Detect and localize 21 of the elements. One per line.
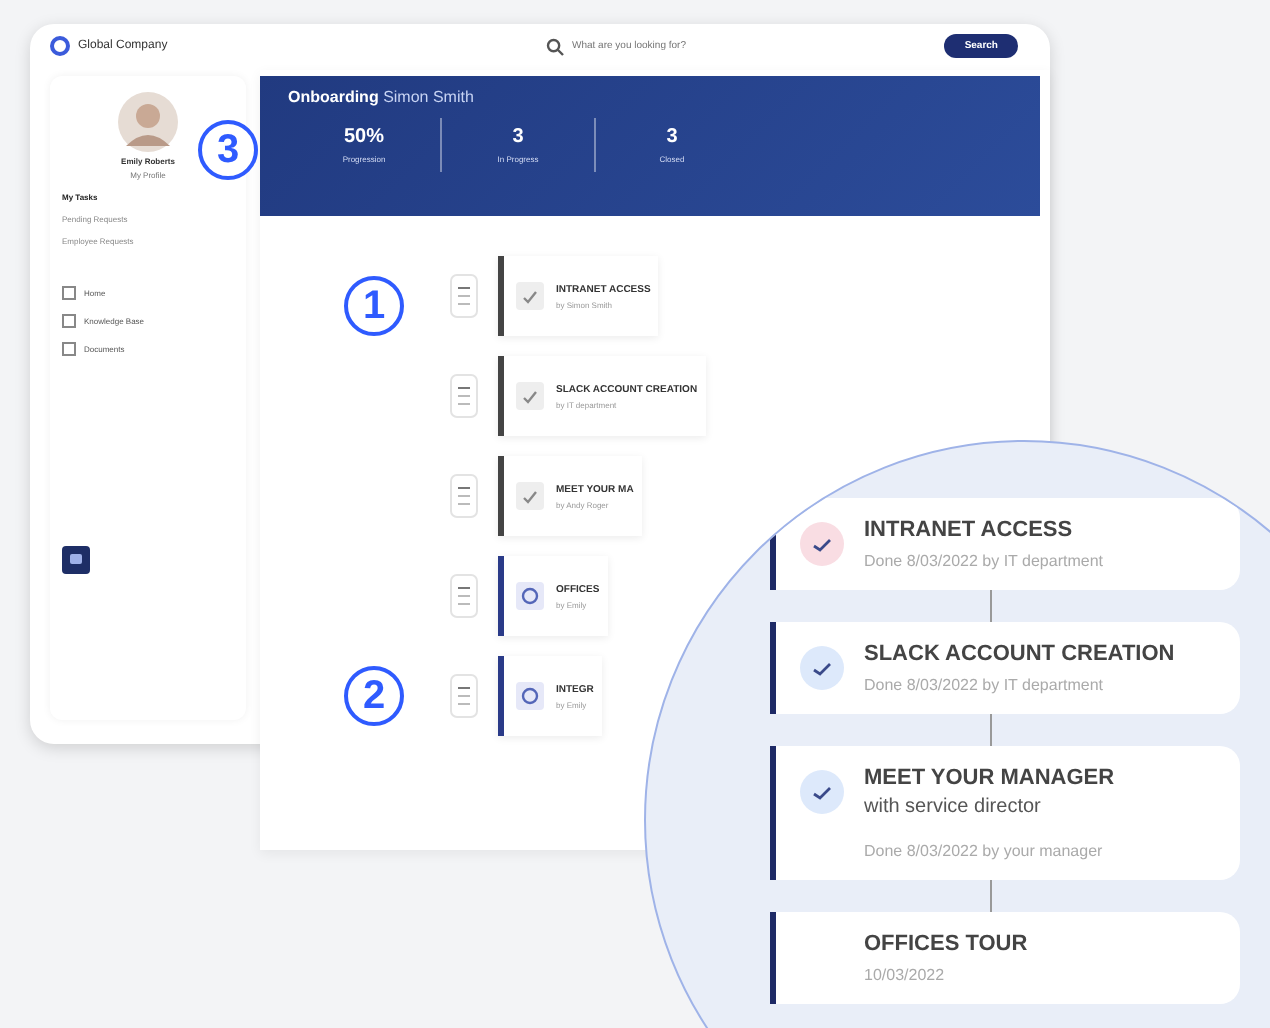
- task-card[interactable]: INTRANET ACCESS Done 8/03/2022 by IT department: [770, 498, 1240, 590]
- task-title: INTRANET ACCESS: [864, 518, 1075, 542]
- task-detail: with service director: [864, 796, 1043, 818]
- banner-title: Onboarding Simon Smith: [288, 88, 476, 106]
- task-card[interactable]: SLACK ACCOUNT CREATION Done 8/03/2022 by IT department: [770, 622, 1240, 714]
- task-title: MEET YOUR MANAGER: [864, 766, 1115, 790]
- task-card[interactable]: OFFICES TOUR 10/03/2022: [770, 912, 1240, 1004]
- avatar-icon: [118, 92, 178, 152]
- search-icon: [546, 37, 564, 55]
- stat-value: 50%: [343, 126, 384, 148]
- task-done-note: Done 8/03/2022 by your manager: [864, 842, 1105, 860]
- task-card[interactable]: MEET YOUR MANAGER with service director Done 8/03/2022 by your manager: [770, 746, 1240, 880]
- logo-icon: [50, 36, 70, 56]
- task-done-note: Done 8/03/2022 by IT department: [864, 676, 1105, 694]
- task-title: SLACK ACCOUNT CREATION: [864, 642, 1175, 666]
- task-title: OFFICES TOUR: [864, 932, 1028, 956]
- task-done-note: 10/03/2022: [864, 966, 947, 984]
- chat-icon: [62, 546, 90, 574]
- stat-value: 3: [512, 126, 524, 148]
- task-done-note: Done 8/03/2022 by IT department: [864, 552, 1103, 570]
- stat-value: 3: [666, 126, 678, 148]
